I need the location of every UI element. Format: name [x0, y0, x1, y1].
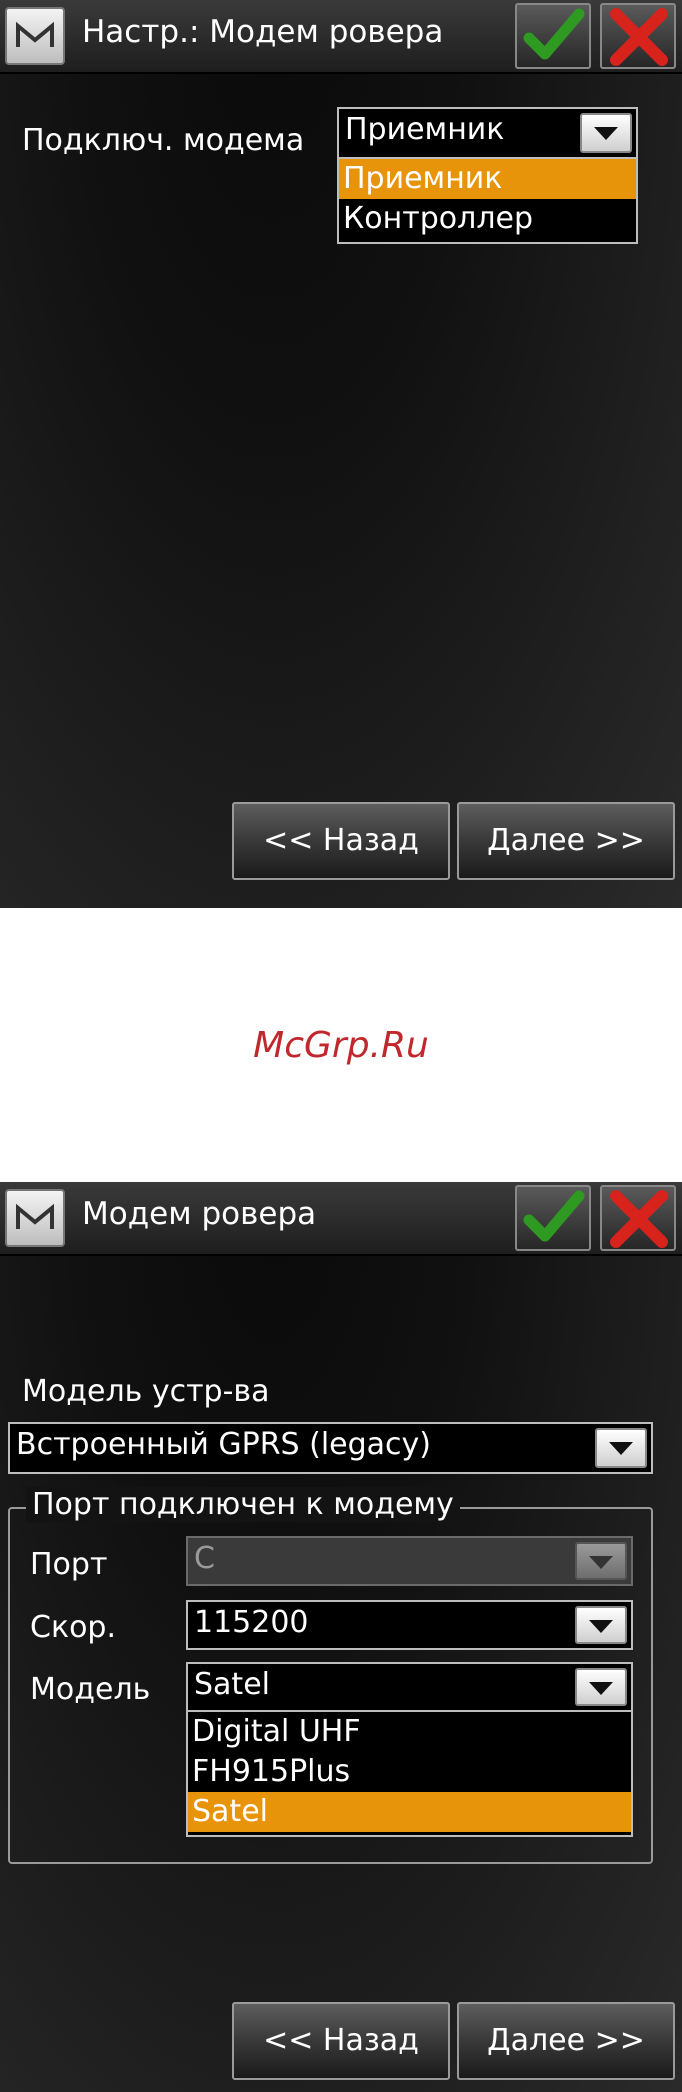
m-logo-icon[interactable] — [5, 7, 65, 65]
watermark-text: McGrp.Ru — [253, 1025, 429, 1066]
modem-connection-combo[interactable]: Приемник — [337, 107, 638, 159]
port-combo: C — [186, 1536, 633, 1586]
back-button[interactable]: << Назад — [232, 2002, 450, 2080]
combo-value: C — [194, 1541, 215, 1576]
modem-connection-label: Подключ. модема — [22, 123, 305, 158]
combo-dropdown-button[interactable] — [595, 1428, 647, 1468]
ok-button[interactable] — [515, 3, 591, 69]
nav-buttons: << Назад Далее >> — [232, 802, 675, 882]
port-label: Порт — [30, 1547, 108, 1582]
checkmark-icon — [523, 8, 585, 60]
combo-dropdown-button[interactable] — [580, 113, 632, 153]
nav-buttons: << Назад Далее >> — [232, 2002, 675, 2082]
m-logo-icon[interactable] — [5, 1189, 65, 1247]
combo-dropdown-button[interactable] — [575, 1606, 627, 1644]
dropdown-option-receiver[interactable]: Приемник — [339, 159, 636, 199]
combo-value: Встроенный GPRS (legacy) — [16, 1427, 431, 1462]
combo-value: Приемник — [345, 112, 505, 147]
model-dropdown: Digital UHF FH915Plus Satel — [186, 1710, 633, 1837]
combo-dropdown-button — [575, 1542, 627, 1580]
combo-value: 115200 — [194, 1605, 309, 1640]
title-bar: Настр.: Модем ровера — [0, 0, 682, 74]
down-triangle-icon — [589, 1556, 613, 1569]
speed-combo[interactable]: 115200 — [186, 1600, 633, 1650]
down-triangle-icon — [594, 127, 618, 140]
speed-label: Скор. — [30, 1610, 117, 1645]
checkmark-icon — [523, 1190, 585, 1242]
red-x-icon — [610, 8, 668, 66]
down-triangle-icon — [609, 1442, 633, 1455]
screen-rover-modem: Модем ровера Модель устр-ва Встроенный G… — [0, 1182, 682, 2092]
group-title: Порт подключен к модему — [26, 1487, 460, 1522]
screen-modem-connection: Настр.: Модем ровера Подключ. модема При… — [0, 0, 682, 908]
title-bar: Модем ровера — [0, 1182, 682, 1256]
model-label: Модель — [30, 1672, 151, 1707]
modem-connection-dropdown: Приемник Контроллер — [337, 157, 638, 244]
down-triangle-icon — [589, 1682, 613, 1695]
red-x-icon — [610, 1190, 668, 1248]
device-model-label: Модель устр-ва — [22, 1374, 270, 1409]
page-title: Модем ровера — [82, 1196, 317, 1232]
combo-dropdown-button[interactable] — [575, 1668, 627, 1706]
combo-value: Satel — [194, 1667, 270, 1702]
model-combo[interactable]: Satel — [186, 1662, 633, 1712]
back-button[interactable]: << Назад — [232, 802, 450, 880]
cancel-button[interactable] — [600, 3, 676, 69]
device-model-combo[interactable]: Встроенный GPRS (legacy) — [8, 1422, 653, 1474]
cancel-button[interactable] — [600, 1185, 676, 1251]
dropdown-option-satel[interactable]: Satel — [188, 1792, 631, 1832]
page-title: Настр.: Модем ровера — [82, 14, 444, 50]
next-button[interactable]: Далее >> — [457, 2002, 675, 2080]
ok-button[interactable] — [515, 1185, 591, 1251]
dropdown-option-controller[interactable]: Контроллер — [339, 199, 636, 239]
down-triangle-icon — [589, 1620, 613, 1633]
next-button[interactable]: Далее >> — [457, 802, 675, 880]
dropdown-option-fh915plus[interactable]: FH915Plus — [188, 1752, 631, 1792]
dropdown-option-digital-uhf[interactable]: Digital UHF — [188, 1712, 631, 1752]
